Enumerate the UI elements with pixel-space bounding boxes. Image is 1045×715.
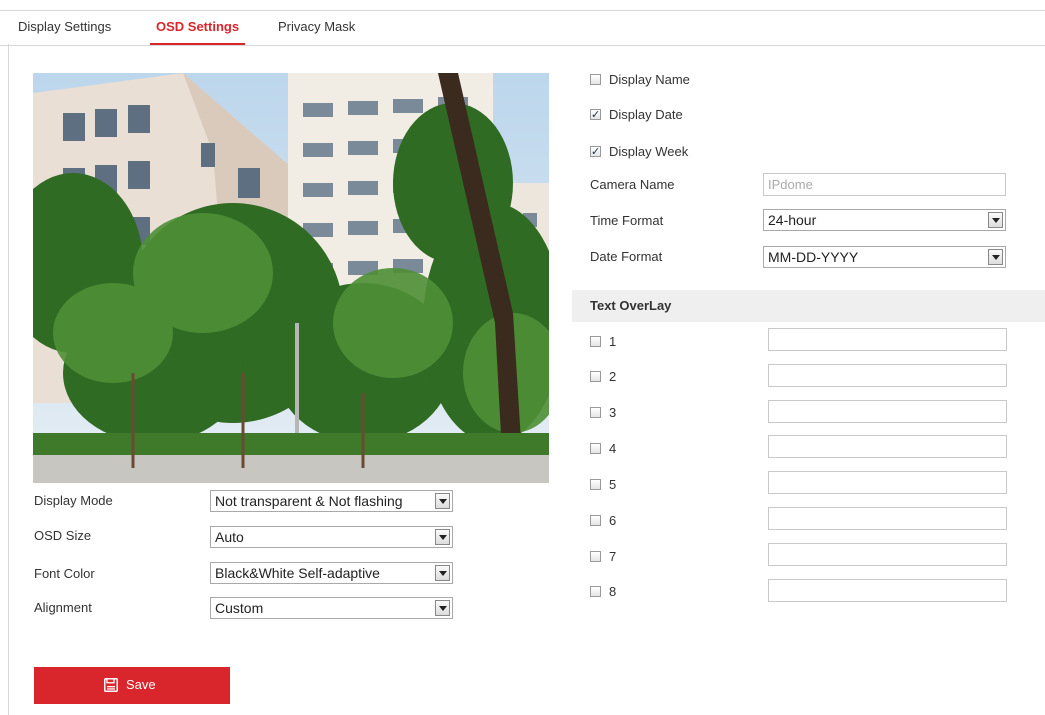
content-border (8, 44, 9, 715)
date-format-value: MM-DD-YYYY (768, 249, 859, 265)
font-color-label: Font Color (34, 566, 95, 581)
display-week-label: Display Week (609, 144, 689, 159)
overlay-checkbox-4[interactable] (590, 443, 601, 454)
overlay-input-4[interactable] (768, 435, 1007, 458)
overlay-label-6: 6 (609, 513, 617, 528)
tab-privacy-mask[interactable]: Privacy Mask (278, 11, 355, 43)
save-label: Save (126, 677, 156, 692)
overlay-label-3: 3 (609, 405, 617, 420)
date-format-label: Date Format (590, 249, 663, 264)
alignment-value: Custom (215, 600, 264, 616)
overlay-label-1: 1 (609, 334, 617, 349)
display-name-label: Display Name (609, 72, 690, 87)
overlay-label-5: 5 (609, 477, 617, 492)
osd-size-select[interactable]: Auto (210, 526, 453, 548)
overlay-input-5[interactable] (768, 471, 1007, 494)
tab-display-settings[interactable]: Display Settings (18, 11, 111, 43)
chevron-down-icon[interactable] (435, 493, 450, 509)
text-overlay-title: Text OverLay (590, 298, 672, 313)
overlay-checkbox-8[interactable] (590, 586, 601, 597)
overlay-input-8[interactable] (768, 579, 1007, 602)
overlay-label-2: 2 (609, 369, 617, 384)
font-color-select[interactable]: Black&White Self-adaptive (210, 562, 453, 584)
chevron-down-icon[interactable] (435, 565, 450, 581)
display-mode-label: Display Mode (34, 493, 113, 508)
overlay-checkbox-6[interactable] (590, 515, 601, 526)
display-week-checkbox[interactable] (590, 143, 601, 161)
overlay-label-8: 8 (609, 584, 617, 599)
overlay-input-1[interactable] (768, 328, 1007, 351)
display-date-label: Display Date (609, 107, 683, 122)
overlay-checkbox-3[interactable] (590, 407, 601, 418)
osd-size-value: Auto (215, 529, 244, 545)
chevron-down-icon[interactable] (988, 212, 1003, 228)
overlay-label-7: 7 (609, 549, 617, 564)
overlay-input-3[interactable] (768, 400, 1007, 423)
overlay-label-4: 4 (609, 441, 617, 456)
time-format-select[interactable]: 24-hour (763, 209, 1006, 231)
date-format-select[interactable]: MM-DD-YYYY (763, 246, 1006, 268)
save-icon (104, 678, 118, 692)
text-overlay-header: Text OverLay (572, 290, 1045, 322)
display-mode-select[interactable]: Not transparent & Not flashing (210, 490, 453, 512)
font-color-value: Black&White Self-adaptive (215, 565, 380, 581)
chevron-down-icon[interactable] (435, 600, 450, 616)
osd-size-label: OSD Size (34, 528, 92, 543)
camera-name-label: Camera Name (590, 177, 675, 192)
chevron-down-icon[interactable] (435, 529, 450, 545)
overlay-input-6[interactable] (768, 507, 1007, 530)
overlay-checkbox-2[interactable] (590, 371, 601, 382)
tab-bar: Display Settings OSD Settings Privacy Ma… (0, 10, 1045, 46)
live-preview-image[interactable] (33, 73, 549, 483)
alignment-label: Alignment (34, 600, 92, 615)
chevron-down-icon[interactable] (988, 249, 1003, 265)
tab-osd-settings[interactable]: OSD Settings (149, 11, 246, 45)
overlay-input-2[interactable] (768, 364, 1007, 387)
alignment-select[interactable]: Custom (210, 597, 453, 619)
camera-name-input[interactable] (763, 173, 1006, 196)
display-name-checkbox[interactable] (590, 74, 601, 85)
overlay-checkbox-5[interactable] (590, 479, 601, 490)
save-button[interactable]: Save (34, 667, 230, 704)
time-format-value: 24-hour (768, 212, 817, 228)
overlay-checkbox-1[interactable] (590, 336, 601, 347)
display-mode-value: Not transparent & Not flashing (215, 493, 403, 509)
preview-scene (33, 73, 549, 483)
display-date-checkbox[interactable] (590, 106, 601, 124)
overlay-input-7[interactable] (768, 543, 1007, 566)
time-format-label: Time Format (590, 213, 664, 228)
overlay-checkbox-7[interactable] (590, 551, 601, 562)
